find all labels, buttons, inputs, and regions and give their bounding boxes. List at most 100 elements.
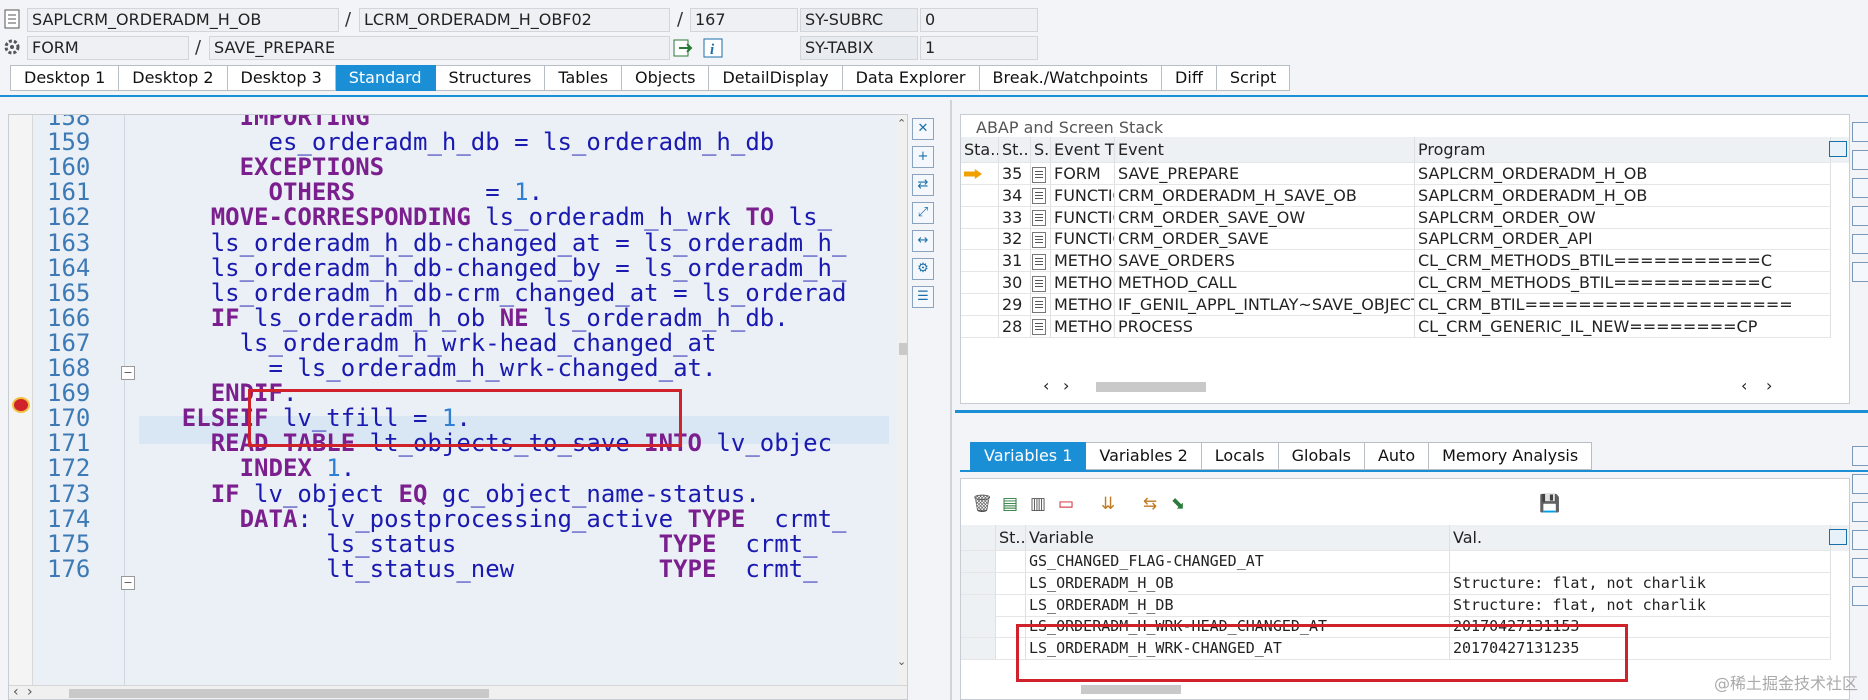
load-icon[interactable]: ⇊ — [1097, 493, 1119, 515]
maximize-icon[interactable] — [1852, 178, 1868, 198]
var-tab-locals[interactable]: Locals — [1201, 442, 1279, 470]
scroll-right-icon[interactable]: › — [1766, 376, 1772, 395]
scroll-thumb[interactable] — [69, 689, 489, 698]
stack-row[interactable]: 34 FUNCTIO...CRM_ORDERADM_H_SAVE_OBSAPLCR… — [961, 184, 1849, 207]
row-selector[interactable] — [961, 638, 996, 661]
stack-row[interactable]: 28 METHODPROCESSCL_CRM_GENERIC_IL_NEW====… — [961, 315, 1849, 338]
source-code-editor[interactable]: 158 IMPORTING 159 es_orderadm_h_db = ls_ord… — [8, 114, 908, 700]
fold-toggle[interactable]: − — [121, 366, 135, 380]
tab-tables[interactable]: Tables — [545, 65, 623, 91]
tab-script[interactable]: Script — [1216, 65, 1291, 91]
variable-value[interactable]: Structure: flat, not charlik — [1450, 572, 1831, 595]
scroll-thumb[interactable] — [1096, 382, 1206, 392]
tabix-value[interactable]: 1 — [920, 36, 1038, 60]
variable-name[interactable]: LS_ORDERADM_H_OB — [1026, 572, 1450, 595]
column-header[interactable]: Event T... — [1051, 137, 1115, 163]
info-icon[interactable]: i — [702, 37, 724, 59]
scroll-right-icon[interactable]: › — [27, 684, 33, 699]
variable-row[interactable]: LS_ORDERADM_H_DB Structure: flat, not cha… — [961, 594, 1849, 617]
close-icon[interactable]: ✕ — [912, 118, 934, 140]
stack-row[interactable]: 32 FUNCTIO...CRM_ORDER_SAVESAPLCRM_ORDER_… — [961, 228, 1849, 251]
close-icon[interactable] — [1852, 122, 1868, 142]
close-icon[interactable] — [1852, 446, 1868, 466]
stack-row[interactable]: 29 METHODIF_GENIL_APPL_INTLAY~SAVE_OBJECT… — [961, 293, 1849, 316]
scroll-left-icon[interactable]: ‹ — [1043, 376, 1049, 395]
layout-icon[interactable] — [1829, 141, 1847, 157]
row-selector[interactable] — [961, 594, 996, 617]
fold-toggle[interactable]: − — [121, 576, 135, 590]
var-tab-variables-1[interactable]: Variables 1 — [970, 442, 1087, 470]
navigate-icon[interactable] — [672, 37, 694, 59]
transfer-icon[interactable]: ⇆ — [1139, 493, 1161, 515]
insert-row-icon[interactable]: ▤ — [999, 493, 1021, 515]
services-icon[interactable] — [1852, 234, 1868, 254]
services-icon[interactable] — [1852, 558, 1868, 578]
variable-name[interactable]: LS_ORDERADM_H_DB — [1026, 594, 1450, 617]
column-header[interactable]: S... — [1031, 137, 1051, 163]
line-number-field[interactable]: 167 — [690, 8, 798, 32]
var-tab-globals[interactable]: Globals — [1278, 442, 1365, 470]
tab-break-watchpoints[interactable]: Break./Watchpoints — [979, 65, 1163, 91]
scroll-up-icon[interactable]: ⌃ — [897, 117, 907, 130]
program-field[interactable]: SAPLCRM_ORDERADM_H_OB — [27, 8, 339, 32]
event-name-field[interactable]: SAVE_PREPARE — [209, 36, 670, 60]
new-tool-icon[interactable]: + — [912, 146, 934, 168]
delete-icon[interactable]: 🗑 — [971, 493, 993, 515]
editor-vertical-scrollbar[interactable]: ⌃ ⌄ — [897, 115, 907, 685]
variable-value[interactable] — [1450, 551, 1831, 573]
services-icon[interactable]: ⚙ — [912, 258, 934, 280]
tab-desktop-2[interactable]: Desktop 2 — [119, 65, 228, 91]
layout-icon[interactable] — [1852, 586, 1868, 606]
event-type-field[interactable]: FORM — [27, 36, 189, 60]
new-tool-icon[interactable] — [1852, 150, 1868, 170]
layout-icon[interactable]: ☰ — [912, 286, 934, 308]
scroll-down-icon[interactable]: ⌄ — [897, 655, 907, 668]
pane-divider[interactable] — [955, 410, 1868, 413]
new-tool-icon[interactable] — [1852, 474, 1868, 494]
tab-data-explorer[interactable]: Data Explorer — [842, 65, 980, 91]
variable-name[interactable]: GS_CHANGED_FLAG-CHANGED_AT — [1026, 551, 1450, 573]
export-icon[interactable]: ⬊ — [1167, 493, 1189, 515]
tab-desktop-3[interactable]: Desktop 3 — [227, 65, 336, 91]
maximize-icon[interactable] — [1852, 502, 1868, 522]
layout-icon[interactable] — [1852, 262, 1868, 282]
pane-divider-vertical[interactable] — [950, 100, 952, 700]
stack-row[interactable]: 31 METHODSAVE_ORDERSCL_CRM_METHODS_BTIL==… — [961, 250, 1849, 273]
tab-diff[interactable]: Diff — [1162, 65, 1217, 91]
swap-tool-icon[interactable]: ⇄ — [912, 174, 934, 196]
tab-objects[interactable]: Objects — [622, 65, 710, 91]
var-tab-variables-2[interactable]: Variables 2 — [1086, 442, 1202, 470]
breakpoint-icon[interactable] — [12, 397, 30, 413]
scroll-left-icon[interactable]: ‹ — [13, 684, 19, 699]
resize-icon[interactable]: ↔ — [912, 230, 934, 252]
var-tab-memory-analysis[interactable]: Memory Analysis — [1429, 442, 1593, 470]
editor-horizontal-scrollbar[interactable]: ‹ › — [9, 684, 907, 699]
tab-detaildisplay[interactable]: DetailDisplay — [709, 65, 843, 91]
tab-desktop-1[interactable]: Desktop 1 — [10, 65, 120, 91]
row-selector[interactable] — [961, 616, 996, 639]
column-header[interactable]: St... — [999, 137, 1031, 163]
include-field[interactable]: LCRM_ORDERADM_H_OBF02 — [359, 8, 670, 32]
tab-structures[interactable]: Structures — [435, 65, 546, 91]
variable-value[interactable]: Structure: flat, not charlik — [1450, 594, 1831, 617]
tab-standard[interactable]: Standard — [335, 65, 436, 91]
column-header[interactable]: Val. — [1450, 525, 1831, 551]
row-selector[interactable] — [961, 572, 996, 595]
layout-icon[interactable] — [1829, 529, 1847, 545]
var-tab-auto[interactable]: Auto — [1364, 442, 1430, 470]
resize-icon[interactable] — [1852, 206, 1868, 226]
stack-row[interactable]: 30 METHODMETHOD_CALLCL_CRM_METHODS_BTIL==… — [961, 272, 1849, 294]
resize-icon[interactable] — [1852, 530, 1868, 550]
scroll-thumb[interactable] — [1081, 685, 1181, 694]
column-header[interactable]: St... — [996, 525, 1026, 551]
subrc-value[interactable]: 0 — [920, 8, 1038, 32]
variable-row[interactable]: GS_CHANGED_FLAG-CHANGED_AT — [961, 551, 1849, 573]
scroll-thumb[interactable] — [899, 343, 907, 355]
variable-row[interactable]: LS_ORDERADM_H_OB Structure: flat, not cha… — [961, 572, 1849, 595]
settings-icon[interactable] — [2, 36, 24, 58]
column-header[interactable]: Sta... — [961, 137, 999, 163]
insert-child-icon[interactable]: ▥ — [1027, 493, 1049, 515]
column-header[interactable]: Program — [1415, 137, 1831, 163]
column-header[interactable]: Event — [1115, 137, 1415, 163]
stack-row[interactable]: 35 FORM SAVE_PREPARE SAPLCRM_ORDERADM_H_OB — [961, 163, 1849, 185]
